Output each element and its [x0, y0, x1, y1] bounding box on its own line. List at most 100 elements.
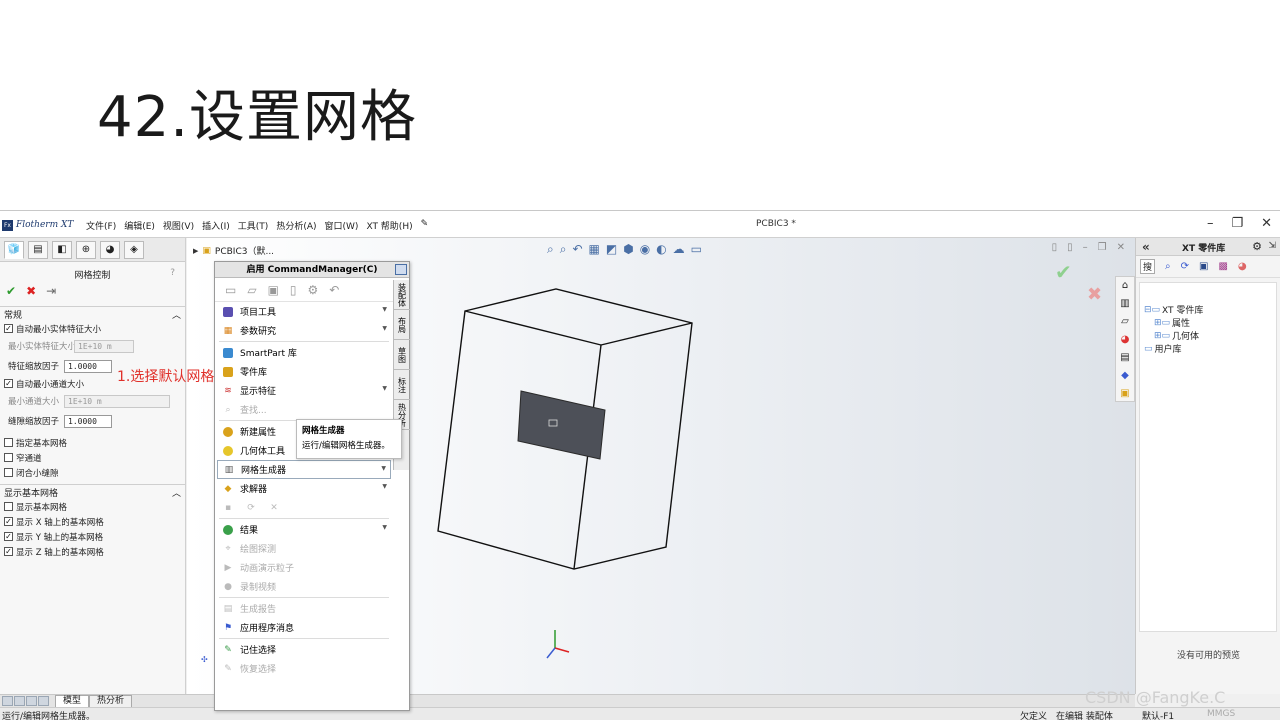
gear-icon[interactable]: ⚙: [1252, 240, 1262, 253]
show-z-checkbox[interactable]: ✓ 显示 Z 轴上的基本网格: [0, 544, 185, 559]
menu-item-parts-lib[interactable]: 零件库: [217, 362, 391, 381]
specify-base-checkbox[interactable]: 指定基本网格: [0, 435, 185, 450]
new-icon[interactable]: ▭: [225, 283, 236, 297]
min-channel-input[interactable]: 1E+10 m: [64, 394, 170, 408]
gear-icon[interactable]: ⚙: [308, 283, 319, 297]
checkbox-unchecked-icon[interactable]: [4, 502, 13, 511]
menu-item-find[interactable]: ⌕ 查找...: [217, 400, 391, 419]
side-tab-sketch[interactable]: 草图: [394, 340, 410, 370]
feature-scale-input[interactable]: 1.0000: [64, 359, 112, 373]
ok-icon[interactable]: ✔: [6, 284, 16, 300]
cancel-icon[interactable]: ✖: [26, 284, 36, 300]
appearance-tab-icon[interactable]: ◕: [100, 240, 120, 259]
pin-icon[interactable]: ⇲: [1268, 241, 1276, 251]
status-config[interactable]: 默认-F1: [1142, 709, 1174, 720]
file-explorer-icon[interactable]: ▱: [1116, 313, 1134, 329]
checkbox-unchecked-icon[interactable]: [4, 453, 13, 462]
flag-icon[interactable]: ▪: [223, 503, 233, 513]
refresh-icon[interactable]: ⟳: [246, 503, 256, 513]
checkbox-checked-icon[interactable]: ✓: [4, 547, 13, 556]
search-button[interactable]: 搜: [1140, 259, 1156, 274]
menu-item-plot-probe[interactable]: ⌖ 绘图探测: [217, 539, 391, 558]
pin-icon[interactable]: ✎: [421, 219, 429, 232]
tab-thermal[interactable]: 热分析: [89, 695, 133, 707]
pin-icon[interactable]: [395, 264, 407, 275]
checkbox-checked-icon[interactable]: ✓: [4, 517, 13, 526]
restore-icon[interactable]: ❐: [1231, 216, 1243, 231]
menu-item-solver[interactable]: ◆ 求解器 ▼: [217, 479, 391, 498]
menu-item-remember[interactable]: ✎ 记住选择: [217, 640, 391, 659]
menu-help[interactable]: XT 帮助(H): [366, 219, 412, 232]
section-display[interactable]: 显示基本网格 ︿: [0, 484, 185, 499]
checkbox-checked-icon[interactable]: ✓: [4, 379, 13, 388]
palette-icon[interactable]: ◕: [1238, 261, 1247, 272]
user-library-node[interactable]: ▭ 用户库: [1144, 342, 1272, 356]
refresh-icon[interactable]: ⟳: [1181, 261, 1189, 272]
show-y-checkbox[interactable]: ✓ 显示 Y 轴上的基本网格: [0, 529, 185, 544]
menu-item-record[interactable]: ● 录制视频: [217, 577, 391, 596]
menu-window[interactable]: 窗口(W): [325, 219, 359, 232]
collapse-icon[interactable]: ︿: [172, 308, 181, 321]
menu-item-restore[interactable]: ✎ 恢复选择: [217, 659, 391, 678]
first-tab-icon[interactable]: [2, 696, 13, 706]
custom-properties-icon[interactable]: ▤: [1116, 349, 1134, 365]
side-tab-markup[interactable]: 标注: [394, 370, 410, 400]
property-tab-icon[interactable]: ▤: [28, 240, 48, 259]
side-tab-assembly[interactable]: 装配体: [394, 280, 410, 310]
auto-min-solid-checkbox[interactable]: ✓ 自动最小实体特征大小: [0, 321, 185, 336]
section-general[interactable]: 常规 ︿: [0, 306, 185, 321]
menu-insert[interactable]: 插入(I): [202, 219, 230, 232]
xt-parts-icon[interactable]: ▣: [1116, 385, 1134, 401]
parts-lib-icon[interactable]: ▥: [1116, 295, 1134, 311]
narrow-channel-checkbox[interactable]: 窄通道: [0, 450, 185, 465]
help-icon[interactable]: ?: [170, 268, 175, 278]
stop-icon[interactable]: ✕: [269, 503, 279, 513]
open-icon[interactable]: ▱: [247, 283, 256, 297]
close-gap-checkbox[interactable]: 闭合小缝隙: [0, 465, 185, 480]
library-geom-node[interactable]: ⊞▭ 几何体: [1144, 329, 1272, 343]
menu-item-show-features[interactable]: ≋ 显示特征 ▼: [217, 381, 391, 400]
show-base-checkbox[interactable]: 显示基本网格: [0, 499, 185, 514]
menu-item-smartpart[interactable]: SmartPart 库: [217, 343, 391, 362]
show-x-checkbox[interactable]: ✓ 显示 X 轴上的基本网格: [0, 514, 185, 529]
next-tab-icon[interactable]: [26, 696, 37, 706]
config-tab-icon[interactable]: ◧: [52, 240, 72, 259]
checkbox-unchecked-icon[interactable]: [4, 438, 13, 447]
menu-item-mesh-gen[interactable]: ▥ 网格生成器 ▼: [217, 460, 391, 479]
gap-scale-input[interactable]: 1.0000: [64, 414, 112, 428]
library-icon[interactable]: ▣: [1199, 261, 1208, 272]
menu-thermal[interactable]: 热分析(A): [276, 219, 316, 232]
command-manager-header[interactable]: 启用 CommandManager(C): [215, 262, 409, 278]
menu-item-app-msg[interactable]: ⚑ 应用程序消息: [217, 618, 391, 637]
menu-tools[interactable]: 工具(T): [238, 219, 269, 232]
search-icon[interactable]: ⌕: [1165, 261, 1171, 272]
prev-tab-icon[interactable]: [14, 696, 25, 706]
menu-item-animate[interactable]: ▶ 动画演示粒子: [217, 558, 391, 577]
undo-icon[interactable]: ↶: [329, 283, 339, 297]
collapse-icon[interactable]: ︿: [172, 486, 181, 499]
menu-item-results[interactable]: 结果 ▼: [217, 520, 391, 539]
side-tab-layout[interactable]: 布局: [394, 310, 410, 340]
pin-icon[interactable]: ⇥: [46, 284, 56, 300]
xt-tools-icon[interactable]: ◆: [1116, 367, 1134, 383]
appearance-icon[interactable]: ◕: [1116, 331, 1134, 347]
menu-file[interactable]: 文件(F): [86, 219, 116, 232]
close-icon[interactable]: ✕: [1261, 216, 1272, 231]
menu-view[interactable]: 视图(V): [163, 219, 194, 232]
menu-item-param-study[interactable]: ▦ 参数研究 ▼: [217, 321, 391, 340]
minimize-icon[interactable]: –: [1207, 216, 1214, 231]
component-icon[interactable]: ▩: [1218, 261, 1227, 272]
dim-tab-icon[interactable]: ⊕: [76, 240, 96, 259]
menu-item-report[interactable]: ▤ 生成报告: [217, 599, 391, 618]
checkbox-checked-icon[interactable]: ✓: [4, 324, 13, 333]
thermal-tab-icon[interactable]: ◈: [124, 240, 144, 259]
checkbox-unchecked-icon[interactable]: [4, 468, 13, 477]
save-icon[interactable]: ▣: [268, 283, 279, 297]
print-icon[interactable]: ▯: [290, 283, 297, 297]
collapse-left-icon[interactable]: «: [1142, 240, 1150, 254]
library-attrs-node[interactable]: ⊞▭ 属性: [1144, 316, 1272, 330]
menu-item-project-tools[interactable]: 项目工具 ▼: [217, 302, 391, 321]
checkbox-checked-icon[interactable]: ✓: [4, 532, 13, 541]
menu-edit[interactable]: 编辑(E): [124, 219, 155, 232]
last-tab-icon[interactable]: [38, 696, 49, 706]
